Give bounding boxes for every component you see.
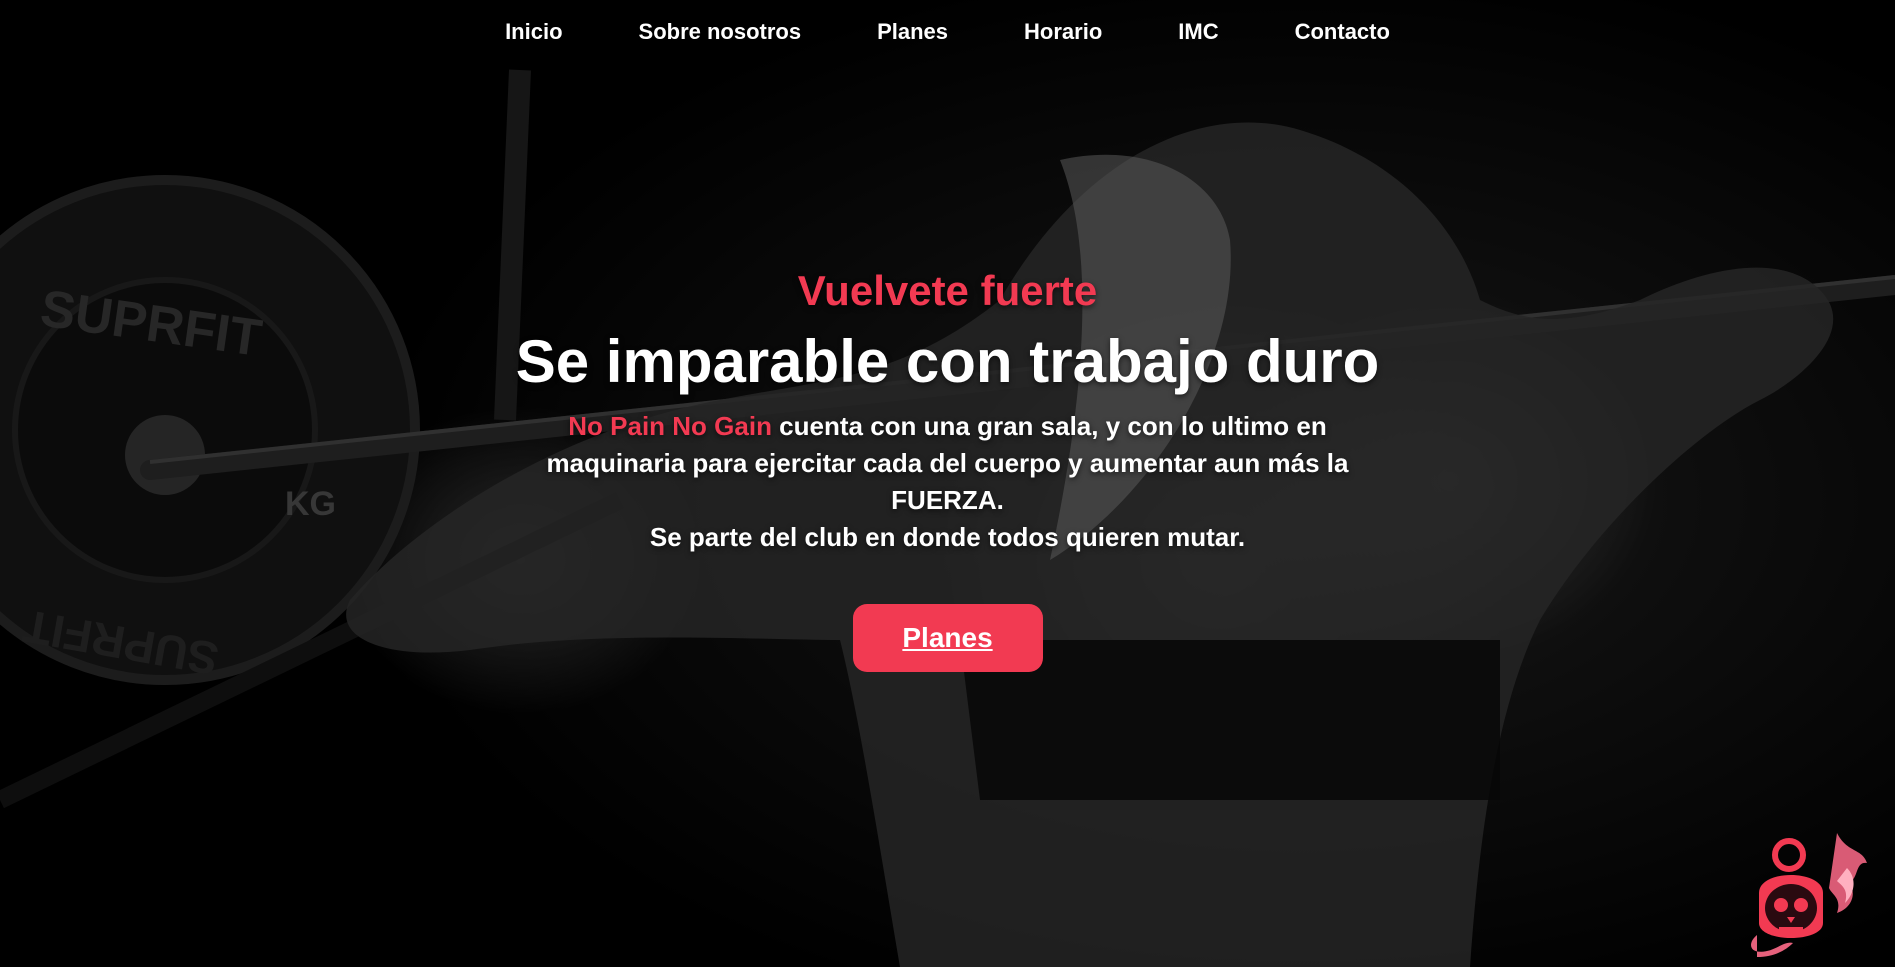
nav-link-contacto[interactable]: Contacto [1257,16,1428,48]
hero-headline: Se imparable con trabajo duro [515,328,1380,395]
nav-link-planes[interactable]: Planes [839,16,986,48]
nav-link-imc[interactable]: IMC [1140,16,1256,48]
skull-kettlebell-flame-icon [1737,823,1869,959]
hero-description: No Pain No Gain cuenta con una gran sala… [498,408,1398,556]
nav-link-sobre-nosotros[interactable]: Sobre nosotros [601,16,840,48]
nav-link-inicio[interactable]: Inicio [467,16,600,48]
brand-name: No Pain No Gain [568,411,772,441]
main-navigation: Inicio Sobre nosotros Planes Horario IMC… [0,16,1895,48]
hero-section: Vuelvete fuerte Se imparable con trabajo… [0,262,1895,672]
nav-link-horario[interactable]: Horario [986,16,1140,48]
hero-eyebrow: Vuelvete fuerte [797,267,1098,314]
hero-description-line2: Se parte del club en donde todos quieren… [649,522,1246,552]
planes-button[interactable]: Planes [852,604,1043,672]
